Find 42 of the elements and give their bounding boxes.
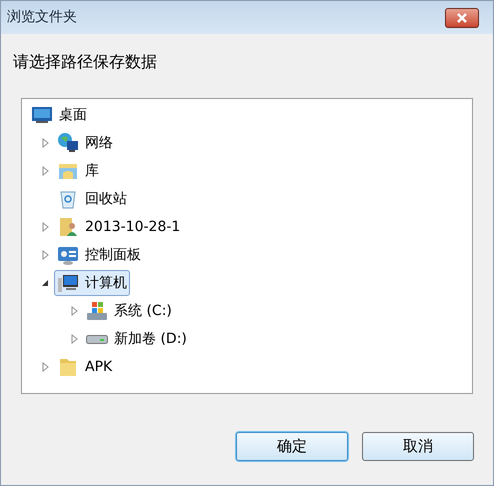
tree-item-label: 2013-10-28-1 bbox=[85, 218, 180, 236]
globe-monitor-icon bbox=[57, 132, 79, 154]
tree-item-label: 新加卷 (D:) bbox=[114, 330, 187, 348]
tree-item[interactable]: 2013-10-28-1 bbox=[54, 214, 184, 240]
tree-item-label: 桌面 bbox=[59, 106, 87, 124]
tree-item[interactable]: APK bbox=[54, 354, 116, 380]
monitor-icon bbox=[31, 104, 53, 126]
instruction-text: 请选择路径保存数据 bbox=[13, 52, 157, 71]
tree-item-label: APK bbox=[85, 358, 112, 376]
close-button[interactable] bbox=[445, 8, 479, 28]
window-title: 浏览文件夹 bbox=[7, 8, 77, 27]
collapsed-arrow-icon[interactable] bbox=[70, 334, 78, 344]
collapsed-arrow-icon[interactable] bbox=[42, 222, 48, 232]
tree-item-label: 系统 (C:) bbox=[114, 302, 172, 320]
tree-item-label: 计算机 bbox=[85, 274, 127, 292]
dialog-button[interactable]: 取消 bbox=[362, 432, 474, 461]
tree-item[interactable]: 网络 bbox=[54, 130, 116, 156]
tree-item[interactable]: 控制面板 bbox=[54, 242, 144, 268]
computer-icon bbox=[57, 272, 79, 294]
expanded-arrow-icon[interactable] bbox=[41, 279, 49, 287]
tree-item[interactable]: 桌面 bbox=[28, 102, 90, 128]
collapsed-arrow-icon[interactable] bbox=[42, 166, 48, 176]
collapsed-arrow-icon[interactable] bbox=[42, 138, 48, 148]
tree-item-label: 网络 bbox=[85, 134, 113, 152]
tree-item-label: 控制面板 bbox=[85, 246, 141, 264]
tree-item[interactable]: 回收站 bbox=[54, 186, 130, 212]
close-icon bbox=[456, 12, 468, 22]
collapsed-arrow-icon[interactable] bbox=[42, 250, 48, 260]
dialog-button[interactable]: 确定 bbox=[236, 432, 348, 461]
drive-icon bbox=[86, 334, 108, 344]
folder-icon bbox=[57, 356, 79, 378]
tree-item[interactable]: 计算机 bbox=[54, 270, 130, 296]
tree-item-label: 回收站 bbox=[85, 190, 127, 208]
tree-item[interactable]: 系统 (C:) bbox=[83, 298, 175, 324]
tree-item[interactable]: 库 bbox=[54, 158, 102, 184]
collapsed-arrow-icon[interactable] bbox=[42, 362, 48, 372]
system-drive-icon bbox=[86, 300, 108, 322]
tree-item[interactable]: 新加卷 (D:) bbox=[83, 326, 190, 352]
control-panel-icon bbox=[57, 244, 79, 266]
collapsed-arrow-icon[interactable] bbox=[70, 306, 78, 316]
tree-item-label: 库 bbox=[85, 162, 99, 180]
user-folder-icon bbox=[57, 216, 79, 238]
